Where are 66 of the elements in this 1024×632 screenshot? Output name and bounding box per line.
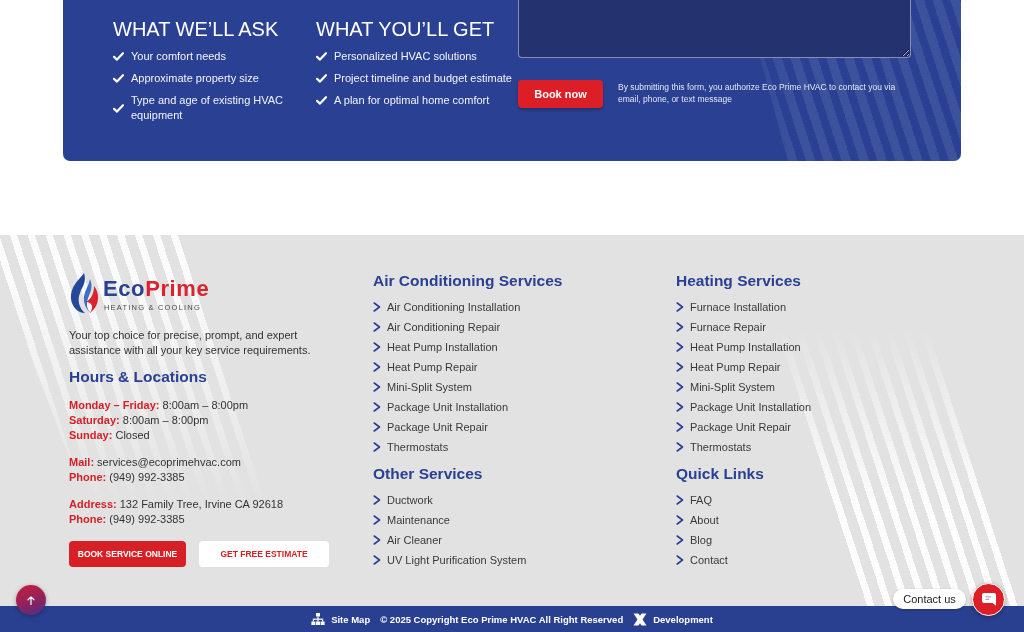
footer-link[interactable]: Furnace Repair — [676, 317, 766, 337]
footer-link[interactable]: Air Conditioning Installation — [373, 297, 521, 317]
checkmark-icon — [316, 74, 327, 83]
footer-link[interactable]: About — [676, 510, 719, 530]
footer-link[interactable]: Blog — [676, 530, 713, 550]
footer-link[interactable]: Maintenance — [373, 510, 450, 530]
footer-link[interactable]: Package Unit Installation — [676, 397, 812, 417]
footer-heading: Heating Services — [676, 272, 802, 290]
checklist-item: Your comfort needs — [131, 49, 226, 64]
footer-heading: Air Conditioning Services — [373, 272, 564, 290]
estimate-button[interactable]: GET FREE ESTIMATE — [199, 541, 329, 567]
footer-link[interactable]: Package Unit Repair — [676, 417, 791, 437]
contact-detail: Saturday: 8:00am – 8:00pm — [69, 413, 209, 428]
footer-link[interactable]: FAQ — [676, 490, 712, 510]
checklist-item: Approximate property size — [131, 71, 259, 86]
checklist-item: Type and age of existing HVAC equipment — [131, 93, 285, 123]
footer-heading: Quick Links — [676, 465, 765, 483]
sitemap-icon — [311, 613, 326, 625]
message-field[interactable] — [518, 0, 911, 58]
contact-label[interactable]: Contact us — [893, 589, 966, 609]
contact-detail: Address: 132 Family Tree, Irvine CA 92618 — [69, 497, 283, 512]
checklist-item: Project timeline and budget estimate — [334, 71, 512, 86]
sitemap-link[interactable]: Site Map — [311, 613, 371, 625]
footer-link[interactable]: Thermostats — [676, 437, 752, 457]
footer-link[interactable]: UV Light Purification System — [373, 550, 527, 570]
checkmark-icon — [316, 96, 327, 105]
cross-logo-icon — [633, 612, 648, 626]
copyright-text: © 2025 Copyright Eco Prime HVAC All Right Reserved — [380, 613, 624, 625]
book-now-button[interactable]: Book now — [518, 80, 603, 108]
footer-link[interactable]: Package Unit Installation — [373, 397, 509, 417]
footer-link[interactable]: Mini-Split System — [676, 377, 775, 397]
checkmark-icon — [113, 74, 124, 83]
chat-bubble-icon — [980, 592, 997, 607]
consent-note: By submitting this form, you authorize Eco Prime HVAC to contact you via email, phone, or text message — [618, 81, 897, 105]
footer-link[interactable]: Thermostats — [373, 437, 449, 457]
footer-link[interactable]: Air Conditioning Repair — [373, 317, 501, 337]
footer-link[interactable]: Contact — [676, 550, 728, 570]
book-service-button[interactable]: BOOK SERVICE ONLINE — [69, 541, 186, 567]
checklist-item: Personalized HVAC solutions — [334, 49, 477, 64]
checkmark-icon — [113, 52, 124, 61]
contact-detail: Phone: (949) 992-3385 — [69, 470, 185, 485]
section-heading: WHAT WE’LL ASK — [113, 17, 280, 41]
checkmark-icon — [113, 103, 124, 113]
footer-link[interactable]: Air Cleaner — [373, 530, 443, 550]
footer-heading: Other Services — [373, 465, 484, 483]
footer-link[interactable]: Package Unit Repair — [373, 417, 488, 437]
footer-link[interactable]: Furnace Installation — [676, 297, 786, 317]
footer-link[interactable]: Heat Pump Installation — [373, 337, 498, 357]
checklist-item: A plan for optimal home comfort — [334, 93, 490, 108]
footer-link[interactable]: Heat Pump Repair — [676, 357, 781, 377]
company-description: Your top choice for precise, prompt, and expert assistance with all your key service requirements. — [69, 328, 312, 358]
arrow-up-icon — [27, 595, 35, 605]
developer-link[interactable]: Development — [633, 612, 713, 626]
flame-logo-icon — [69, 272, 101, 314]
contact-detail: Phone: (949) 992-3385 — [69, 512, 185, 527]
footer-link[interactable]: Mini-Split System — [373, 377, 472, 397]
footer-link[interactable]: Ductwork — [373, 490, 433, 510]
contact-detail: Mail: services@ecoprimehvac.com — [69, 455, 241, 470]
checkmark-icon — [316, 52, 327, 61]
contact-detail: Monday – Friday: 8:00am – 8:00pm — [69, 398, 249, 413]
footer-link[interactable]: Heat Pump Repair — [373, 357, 478, 377]
logo-wordmark: EcoPrime — [103, 277, 210, 301]
section-heading: WHAT YOU’LL GET — [316, 17, 496, 41]
footer-link[interactable]: Heat Pump Installation — [676, 337, 801, 357]
contact-detail: Sunday: Closed — [69, 428, 150, 443]
footer-heading: Hours & Locations — [69, 368, 208, 386]
